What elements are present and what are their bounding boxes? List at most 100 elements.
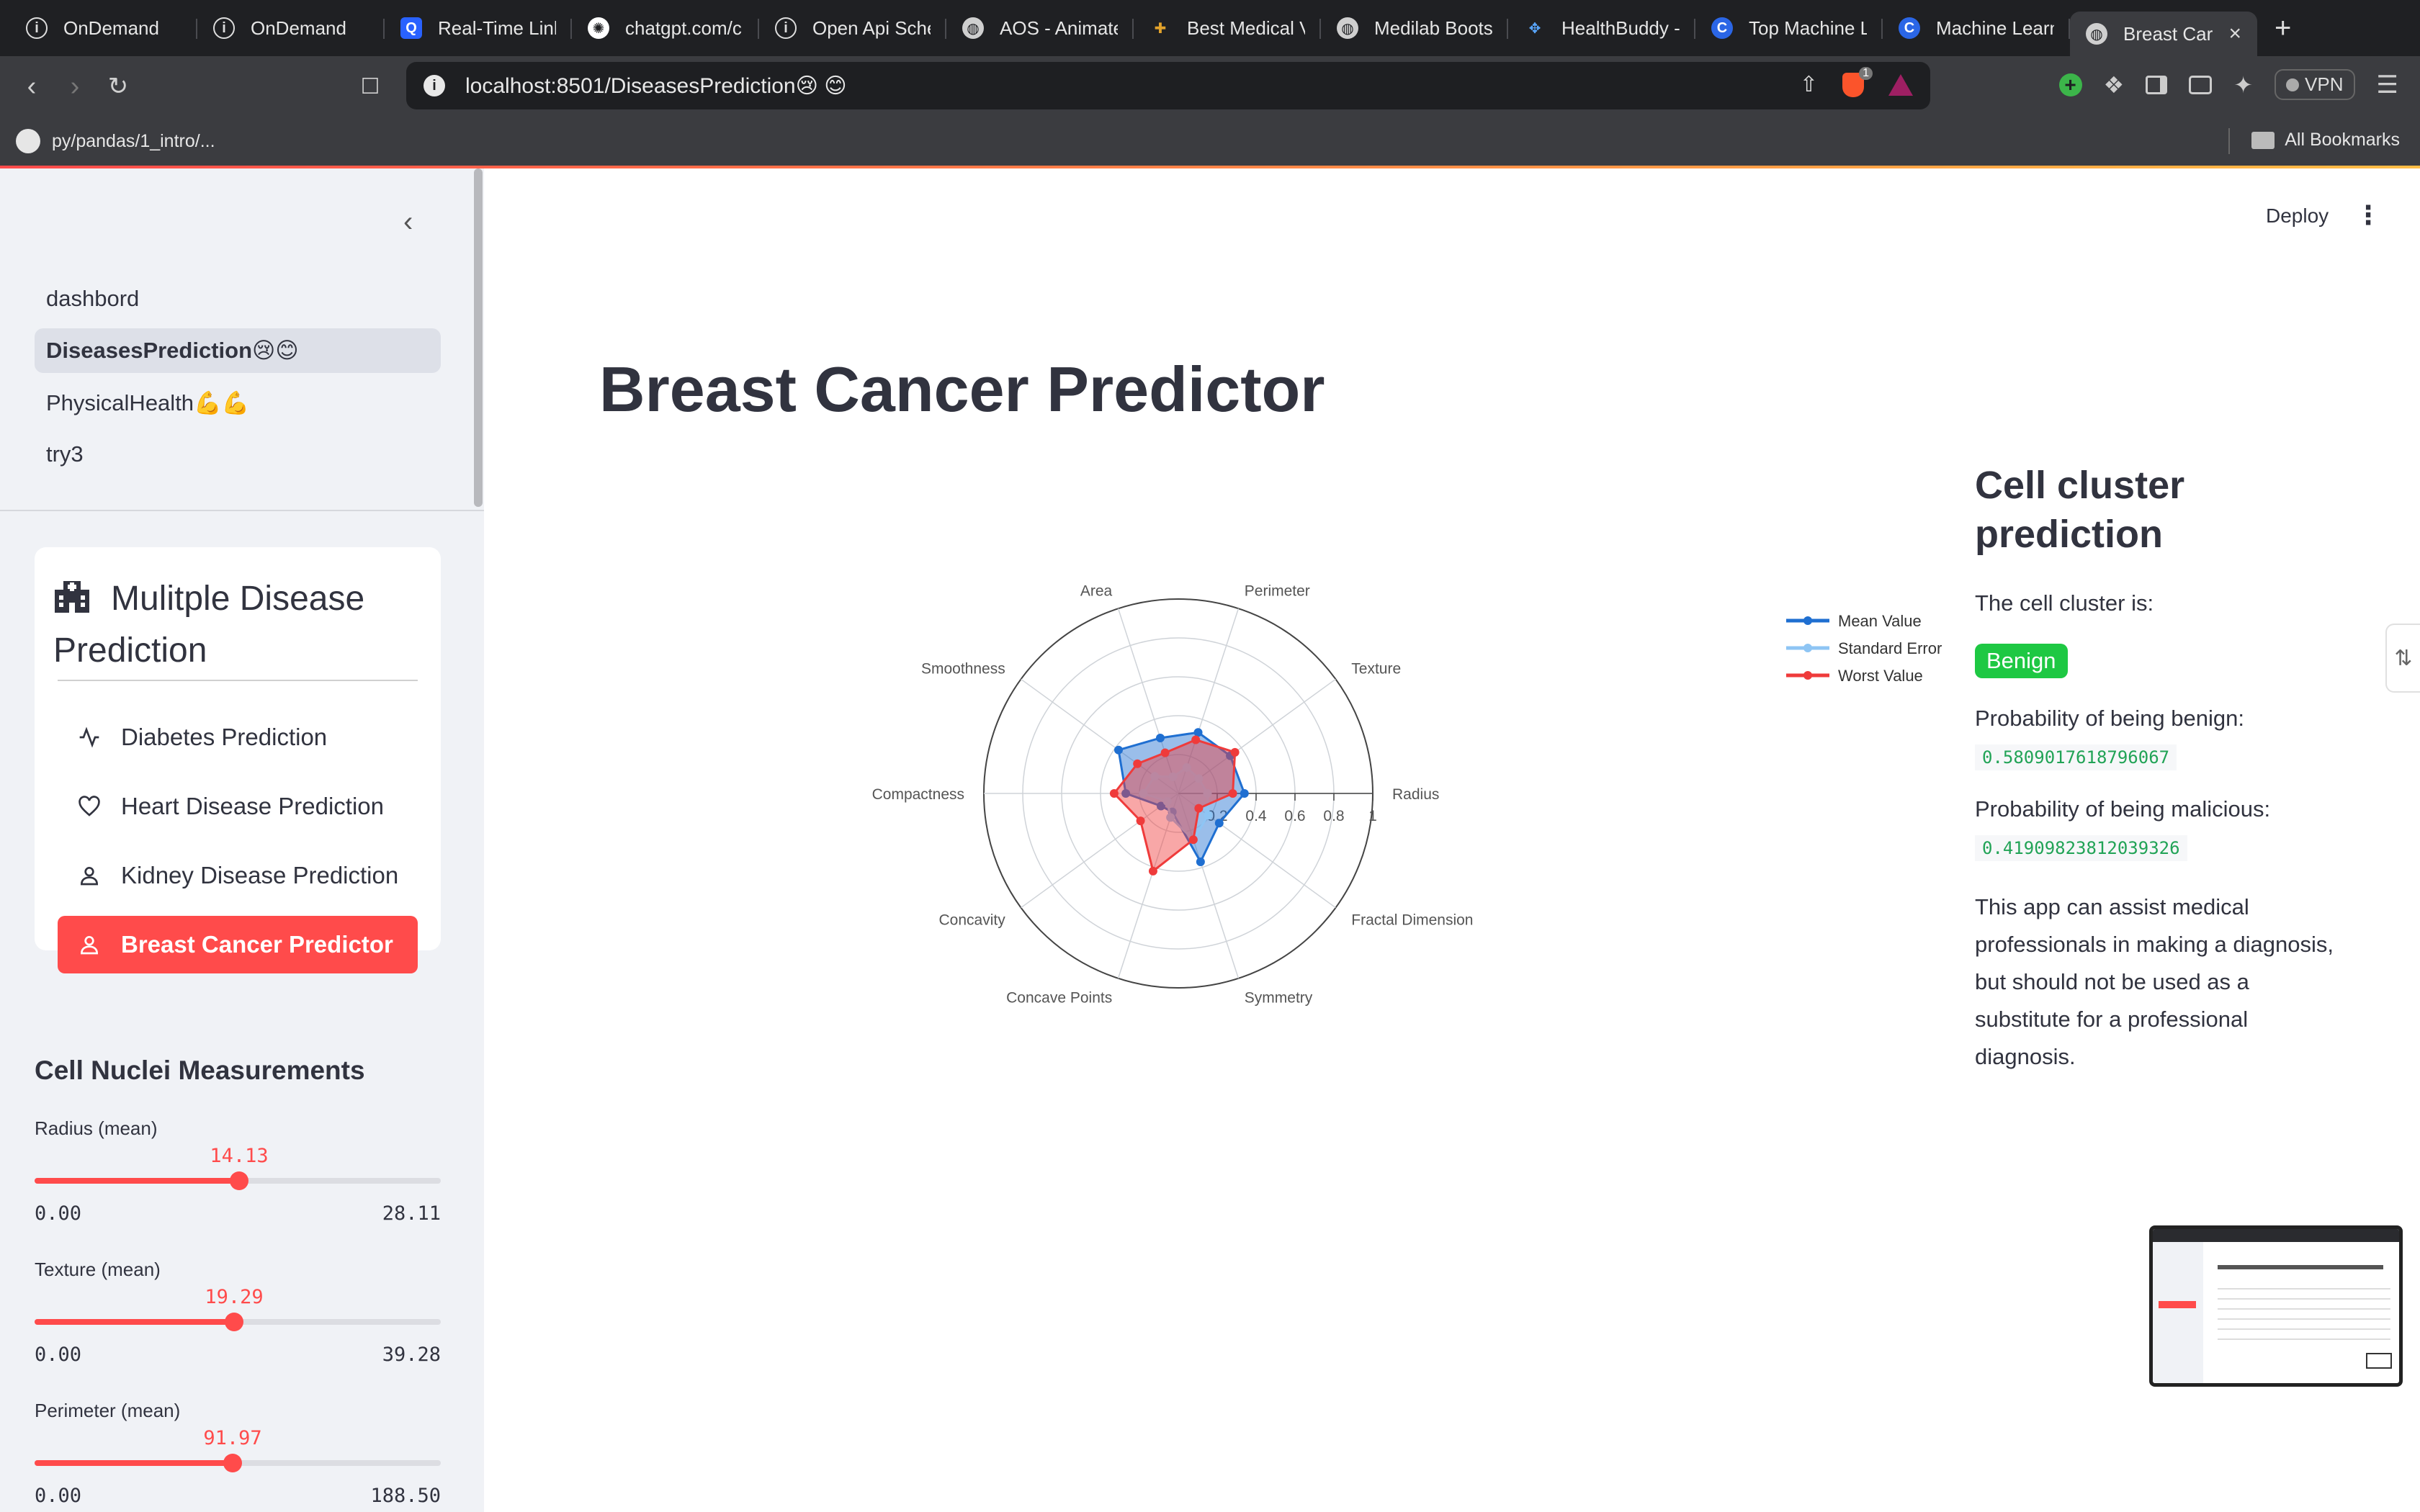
radar-tick-label: 0.6: [1284, 808, 1305, 824]
browser-tab[interactable]: Q Real-Time Link: [385, 0, 572, 56]
bookmark-item[interactable]: py/pandas/1_intro/...: [52, 131, 215, 152]
share-icon[interactable]: ⇧: [1800, 72, 1818, 97]
radar-tick-label: 1: [1368, 808, 1377, 824]
radar-point: [1230, 747, 1240, 757]
slider-track[interactable]: [35, 1454, 441, 1472]
slider-label: Radius (mean): [35, 1117, 158, 1139]
option-menu: Mulitple Disease Prediction Diabetes Pre…: [35, 547, 441, 973]
browser-tab[interactable]: ◍ AOS - Animate: [946, 0, 1134, 56]
window-preview-thumbnail[interactable]: [2149, 1225, 2403, 1387]
menu-item-heart-disease-prediction[interactable]: Heart Disease Prediction: [58, 778, 418, 835]
slider-thumb[interactable]: [230, 1171, 248, 1190]
hamburger-menu-icon[interactable]: ☰: [2377, 71, 2398, 99]
slider-fill: [35, 1319, 234, 1325]
cluster-text: The cell cluster is:: [1975, 590, 2154, 616]
radar-axis-label: Perimeter: [1245, 583, 1310, 600]
radar-axis-label: Area: [1080, 583, 1113, 600]
sidebar-toggle-icon[interactable]: [2146, 75, 2168, 94]
browser-tab-title: HealthBuddy -: [1561, 17, 1680, 39]
back-icon[interactable]: ‹: [10, 71, 53, 102]
menu-item-breast-cancer-predictor[interactable]: Breast Cancer Predictor: [58, 916, 418, 973]
page-title: Breast Cancer Predictor: [599, 354, 1325, 425]
heart-icon: [78, 795, 101, 818]
medical-icon: ✚: [1154, 20, 1167, 37]
globe-icon: ◍: [962, 17, 984, 39]
bookmarks-divider: [2228, 128, 2230, 154]
activity-icon: [78, 726, 101, 749]
radar-axis-label: Smoothness: [921, 660, 1005, 677]
slider-min: 0.00: [35, 1202, 82, 1225]
browser-tab[interactable]: i Open Api Sche: [759, 0, 946, 56]
sidebar-page-link[interactable]: DiseasesPrediction😢😊: [35, 328, 441, 373]
side-panel-handle-icon[interactable]: ⇅: [2385, 624, 2420, 693]
browser-tab[interactable]: i OnDemand: [10, 0, 197, 56]
slider-label: Perimeter (mean): [35, 1400, 181, 1421]
sidebar-page-link[interactable]: PhysicalHealth💪💪: [35, 380, 441, 425]
slider-track[interactable]: [35, 1313, 441, 1331]
slider-min: 0.00: [35, 1485, 82, 1507]
browser-tab[interactable]: i OnDemand: [197, 0, 385, 56]
browser-tab-active[interactable]: ◍ Breast Car ×: [2070, 12, 2257, 56]
slider-thumb[interactable]: [223, 1454, 242, 1472]
healthbuddy-icon: ✥: [1528, 20, 1541, 37]
slider-texture-mean[interactable]: Texture (mean) 19.29 0.00 39.28: [35, 1259, 441, 1366]
sidebar-scrollbar[interactable]: [474, 168, 483, 507]
legend-label: Mean Value: [1838, 612, 1922, 630]
preview-table: [2218, 1279, 2390, 1344]
preview-window-icon: [2366, 1353, 2392, 1369]
c-logo-icon: C: [1711, 17, 1733, 39]
new-tab-icon[interactable]: +: [2257, 12, 2308, 45]
leo-ai-icon[interactable]: ✦: [2233, 71, 2253, 99]
legend-marker: [1803, 616, 1812, 625]
menu-item-kidney-disease-prediction[interactable]: Kidney Disease Prediction: [58, 847, 418, 904]
all-bookmarks-button[interactable]: All Bookmarks: [2251, 130, 2400, 150]
extension-plus-icon[interactable]: +: [2058, 73, 2082, 96]
browser-tab-title: Machine Learn: [1936, 17, 2054, 39]
menu-item-label: Diabetes Prediction: [121, 724, 328, 750]
brave-shield-icon[interactable]: 1: [1842, 66, 1873, 97]
bookmark-icon[interactable]: ☐: [349, 74, 392, 99]
browser-tab-title: OnDemand: [251, 17, 346, 39]
vpn-button[interactable]: VPN: [2275, 69, 2355, 100]
person-icon: [78, 864, 101, 887]
collapse-sidebar-icon[interactable]: ‹: [403, 206, 413, 238]
info-icon: i: [26, 17, 48, 39]
browser-toolbar: ‹ › ↻ ☐ i localhost:8501/DiseasesPredict…: [0, 56, 2420, 117]
slider-perimeter-mean[interactable]: Perimeter (mean) 91.97 0.00 188.50: [35, 1400, 441, 1507]
deploy-button[interactable]: Deploy: [2266, 204, 2329, 228]
radar-point: [1133, 759, 1142, 768]
menu-item-label: Heart Disease Prediction: [121, 793, 384, 819]
browser-tab[interactable]: ✥ HealthBuddy -: [1508, 0, 1695, 56]
browser-tab[interactable]: ✚ Best Medical V: [1134, 0, 1321, 56]
browser-tab[interactable]: ✺ chatgpt.com/c: [572, 0, 759, 56]
slider-max: 39.28: [382, 1344, 441, 1366]
browser-tab[interactable]: ◍ Medilab Boots: [1321, 0, 1508, 56]
wallet-icon[interactable]: [2189, 75, 2213, 94]
site-info-icon[interactable]: i: [424, 75, 445, 96]
menu-divider: [58, 680, 418, 681]
c-logo-icon: C: [1899, 17, 1920, 39]
puzzle-icon[interactable]: ❖: [2104, 71, 2125, 99]
page-navigation: dashbord DiseasesPrediction😢😊 PhysicalHeal…: [35, 276, 441, 484]
radar-point: [1155, 733, 1165, 742]
brave-rewards-icon[interactable]: [1888, 73, 1913, 96]
forward-icon[interactable]: ›: [53, 71, 97, 102]
sidebar-page-link[interactable]: dashbord: [35, 276, 441, 321]
sidebar-page-link[interactable]: try3: [35, 432, 441, 477]
close-tab-icon[interactable]: ×: [2228, 22, 2241, 46]
slider-track[interactable]: [35, 1171, 441, 1190]
main-menu-icon[interactable]: ⋮: [2355, 200, 2381, 230]
bookmarks-bar: py/pandas/1_intro/... All Bookmarks: [0, 117, 2420, 166]
reload-icon[interactable]: ↻: [97, 72, 140, 101]
browser-tab[interactable]: C Machine Learn: [1883, 0, 2070, 56]
browser-tab[interactable]: C Top Machine L: [1695, 0, 1883, 56]
menu-item-diabetes-prediction[interactable]: Diabetes Prediction: [58, 708, 418, 766]
sidebar: ‹ dashbord DiseasesPrediction😢😊 PhysicalHe…: [0, 168, 484, 1512]
prediction-heading: Cell cluster prediction: [1975, 464, 2185, 556]
slider-thumb[interactable]: [225, 1313, 243, 1331]
slider-radius-mean[interactable]: Radius (mean) 14.13 0.00 28.11: [35, 1117, 441, 1225]
address-bar[interactable]: i localhost:8501/DiseasesPrediction😢 😊 ⇧…: [406, 62, 1930, 109]
q-logo-icon: Q: [400, 17, 422, 39]
browser-tab-bar: i OnDemand i OnDemand Q Real-Time Link ✺…: [0, 0, 2420, 56]
hospital-icon: [55, 581, 89, 613]
